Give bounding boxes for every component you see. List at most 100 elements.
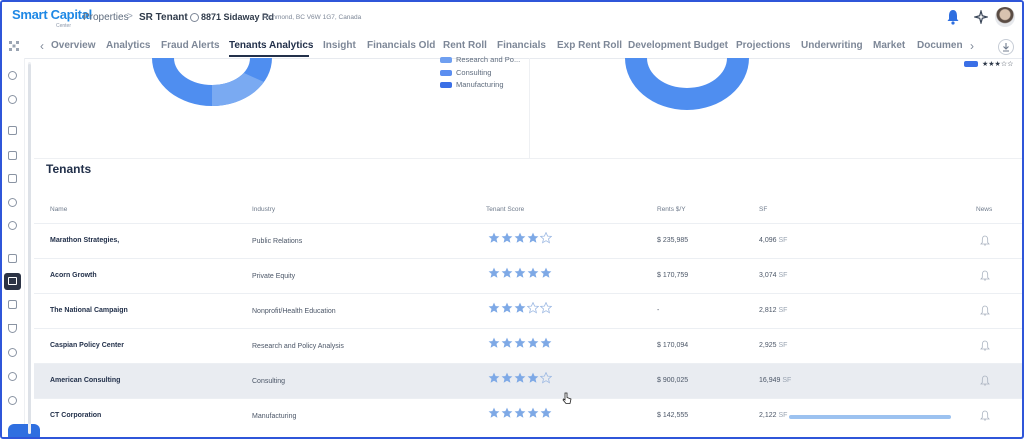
star-filled-icon xyxy=(527,267,539,278)
chevron-left-icon[interactable]: ‹ xyxy=(40,39,44,53)
tenant-name[interactable]: American Consulting xyxy=(50,377,120,384)
star-filled-icon xyxy=(527,337,539,348)
briefcase-icon[interactable] xyxy=(8,254,17,263)
tab-analytics[interactable]: Analytics xyxy=(106,40,150,51)
column-header-news[interactable]: News xyxy=(976,206,992,213)
table-icon[interactable] xyxy=(8,300,17,309)
tab-development-budget[interactable]: Development Budget xyxy=(628,40,728,51)
logo[interactable]: Smart Capital Center xyxy=(12,6,92,30)
news-bell-icon[interactable] xyxy=(980,340,990,352)
table-row[interactable]: Acorn Growth Private Equity $ 170,759 3,074… xyxy=(34,258,1022,294)
legend-label: Research and Po... xyxy=(456,55,521,64)
tab-insight[interactable]: Insight xyxy=(323,40,356,51)
tenant-sf: 2,812 SF xyxy=(759,307,787,314)
column-header-industry[interactable]: Industry xyxy=(252,206,275,213)
tab-tenants-analytics[interactable]: Tenants Analytics xyxy=(229,40,313,51)
score-legend: ★★★☆☆ xyxy=(964,60,1013,68)
column-header-name[interactable]: Name xyxy=(50,206,67,213)
legend-label: ★★★☆☆ xyxy=(982,61,1014,68)
star-empty-icon xyxy=(540,232,552,244)
clock-icon[interactable] xyxy=(8,198,17,207)
currency-icon[interactable] xyxy=(8,372,17,381)
tab-underwriting[interactable]: Underwriting xyxy=(801,40,863,51)
tenant-sf-unit: SF xyxy=(782,377,792,384)
calendar-icon[interactable] xyxy=(8,151,17,160)
download-icon[interactable] xyxy=(998,39,1014,55)
star-filled-icon xyxy=(488,407,500,418)
star-filled-icon xyxy=(540,407,552,418)
table-row[interactable]: CT Corporation Manufacturing $ 142,555 2,12… xyxy=(34,398,1022,434)
tab-market[interactable]: Market xyxy=(873,40,905,51)
tenant-name[interactable]: Marathon Strategies, xyxy=(50,237,119,244)
tenants-icon[interactable] xyxy=(4,273,21,290)
tenant-industry: Research and Policy Analysis xyxy=(252,343,344,350)
legend-swatch xyxy=(964,61,978,68)
active-tab-indicator xyxy=(229,55,309,57)
sparkle-icon[interactable] xyxy=(974,10,988,24)
home-icon[interactable] xyxy=(8,71,17,80)
table-row[interactable]: The National Campaign Nonprofit/Health Ed… xyxy=(34,293,1022,329)
scrollbar-thumb[interactable] xyxy=(28,64,31,424)
news-bell-icon[interactable] xyxy=(980,270,990,282)
column-header-sf[interactable]: SF xyxy=(759,206,767,213)
filter-icon[interactable] xyxy=(8,324,17,333)
legend-swatch xyxy=(440,57,452,64)
tab-fraud-alerts[interactable]: Fraud Alerts xyxy=(161,40,220,51)
tenant-sf: 2,122 SF xyxy=(759,412,787,419)
column-header-score[interactable]: Tenant Score xyxy=(486,206,524,213)
table-row[interactable]: American Consulting Consulting $ 900,025 16… xyxy=(34,363,1022,399)
notification-icon[interactable] xyxy=(8,95,17,104)
history-icon[interactable] xyxy=(8,221,17,230)
avatar[interactable] xyxy=(995,7,1015,27)
tenant-sf: 3,074 SF xyxy=(759,272,787,279)
tenant-name[interactable]: Acorn Growth xyxy=(50,272,97,279)
address-sub: Richmond, BC V6W 1G7, Canada xyxy=(263,14,362,21)
column-header-rent[interactable]: Rents $/Y xyxy=(657,206,686,213)
tenant-sf-unit: SF xyxy=(778,342,788,349)
star-filled-icon xyxy=(514,407,526,418)
tab-financials-old[interactable]: Financials Old xyxy=(367,40,435,51)
news-bell-icon[interactable] xyxy=(980,375,990,387)
bell-icon[interactable] xyxy=(946,9,960,25)
tenant-rent: - xyxy=(657,307,660,314)
dollar-icon[interactable] xyxy=(8,348,17,357)
tenant-rent: $ 235,985 xyxy=(657,237,689,244)
tenant-name[interactable]: The National Campaign xyxy=(50,307,128,314)
star-filled-icon xyxy=(514,372,526,383)
news-bell-icon[interactable] xyxy=(980,235,990,247)
tenant-name[interactable]: CT Corporation xyxy=(50,412,101,419)
users-icon[interactable] xyxy=(8,396,17,405)
tab-documents[interactable]: Documen xyxy=(917,40,963,51)
breadcrumb-current: SR Tenant xyxy=(139,12,188,23)
grid-icon[interactable] xyxy=(9,41,19,51)
tenant-industry: Private Equity xyxy=(252,273,296,280)
tenant-rent: $ 170,759 xyxy=(657,272,689,279)
tab-overview[interactable]: Overview xyxy=(51,40,95,51)
tab-projections[interactable]: Projections xyxy=(736,40,790,51)
star-filled-icon xyxy=(514,337,526,348)
legend-swatch xyxy=(440,82,452,89)
chevron-right-icon[interactable]: › xyxy=(970,39,974,53)
tenants-title: Tenants xyxy=(46,162,92,176)
tab-rent-roll[interactable]: Rent Roll xyxy=(443,40,487,51)
tab-financials[interactable]: Financials xyxy=(497,40,546,51)
star-filled-icon xyxy=(501,372,513,383)
tenant-name[interactable]: Caspian Policy Center xyxy=(50,342,124,349)
logo-subtext: Center xyxy=(56,23,72,29)
building-icon[interactable] xyxy=(8,126,17,135)
star-filled-icon xyxy=(540,337,552,348)
news-bell-icon[interactable] xyxy=(980,305,990,317)
tenant-sf: 2,925 SF xyxy=(759,342,787,349)
tenant-industry: Manufacturing xyxy=(252,413,297,420)
news-bell-icon[interactable] xyxy=(980,410,990,422)
breadcrumb-properties[interactable]: Properties xyxy=(83,12,129,23)
tab-exp-rent-roll[interactable]: Exp Rent Roll xyxy=(557,40,622,51)
star-empty-icon xyxy=(540,302,552,314)
table-row[interactable]: Marathon Strategies, Public Relations $ 23… xyxy=(34,223,1022,259)
tenant-industry: Consulting xyxy=(252,378,286,385)
table-row[interactable]: Caspian Policy Center Research and Policy… xyxy=(34,328,1022,364)
tenant-sf-value: 2,812 xyxy=(759,307,777,314)
location-pin-icon xyxy=(190,13,199,22)
bookmark-icon[interactable] xyxy=(8,174,17,183)
tenant-sf-unit: SF xyxy=(778,412,788,419)
